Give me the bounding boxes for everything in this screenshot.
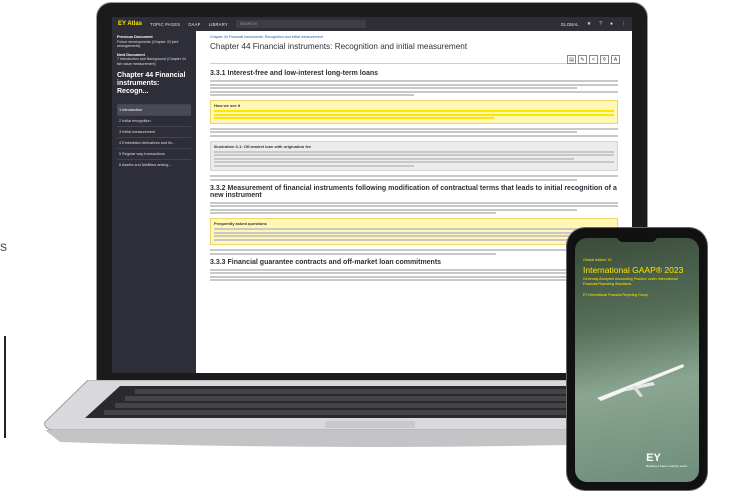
- text-line: [214, 154, 614, 156]
- text-line: [214, 157, 574, 160]
- toc-item-initial-measurement[interactable]: 3 Initial measurement: [117, 126, 191, 137]
- ey-logo: EY Building a better working world: [646, 452, 687, 468]
- faq-title: Frequently asked questions: [214, 221, 267, 226]
- document-toolbar: ▤ ✎ < ⚲ A: [567, 55, 620, 64]
- cover-edition: Global edition 19: [583, 258, 612, 262]
- text-line: [214, 164, 414, 167]
- faq-box: Frequently asked questions: [210, 218, 618, 245]
- ey-logo-text: EY: [646, 452, 661, 464]
- glider-image: [597, 364, 684, 401]
- illustration-box: Illustration 3-1: Off-market loan with o…: [210, 140, 618, 171]
- breadcrumb[interactable]: Chapter 44 Financial instruments: Recogn…: [210, 35, 618, 39]
- sidebar-heading: Chapter 44 Financial instruments: Recogn…: [117, 72, 186, 95]
- text-line: [210, 205, 618, 207]
- how-we-see-it-box: How we see it: [210, 100, 618, 124]
- text-line: [210, 87, 578, 89]
- cover-publisher: EY International Financial Reporting Gro…: [583, 293, 648, 297]
- text-line: [214, 231, 614, 234]
- next-document-link[interactable]: Next Document 7 Introduction and Backgro…: [117, 53, 191, 67]
- search-document-icon[interactable]: ⚲: [600, 55, 609, 64]
- text-line: [210, 94, 414, 96]
- nav-library[interactable]: LIBRARY: [209, 22, 228, 27]
- text-line: [210, 272, 618, 274]
- section-heading-3-3-3: 3.3.3 Financial guarantee contracts and …: [210, 258, 442, 266]
- section-heading-3-3-2: 3.3.2 Measurement of financial instrumen…: [210, 184, 617, 199]
- text-line: [210, 249, 618, 251]
- illustration-title: Illustration 3-1: Off-market loan with o…: [214, 143, 312, 149]
- ey-atlas-logo[interactable]: EY Atlas: [118, 21, 142, 27]
- more-icon[interactable]: ⋮: [621, 21, 626, 27]
- share-icon[interactable]: <: [589, 55, 598, 64]
- text-line: [214, 235, 574, 237]
- previous-document-title: Future developments (Chapter 43 joint ar…: [117, 39, 179, 49]
- font-size-icon[interactable]: A: [611, 55, 620, 64]
- text-line: [210, 134, 618, 137]
- page-title: Chapter 44 Financial instruments: Recogn…: [210, 42, 468, 51]
- nav-topic-pages[interactable]: TOPIC PAGES: [150, 22, 180, 27]
- text-line: [214, 110, 614, 112]
- user-icon[interactable]: ●: [610, 21, 613, 27]
- phone-notch: [617, 236, 657, 242]
- bookmark-icon[interactable]: ★: [587, 21, 591, 27]
- previous-document-link[interactable]: Previous Document Future developments (C…: [117, 35, 191, 49]
- text-line: [210, 212, 496, 214]
- nav-gaap[interactable]: GAAP: [188, 22, 200, 27]
- toc-item-introduction[interactable]: 1 Introduction: [117, 104, 191, 115]
- title-divider: [210, 63, 618, 64]
- phone-screen: Global edition 19 International GAAP® 20…: [575, 238, 699, 482]
- toc-item-assets-liabilities[interactable]: 6 Assets and liabilities arising...: [117, 159, 191, 170]
- text-line: [210, 131, 578, 133]
- toc-item-initial-recognition[interactable]: 2 Initial recognition: [117, 115, 191, 126]
- ey-tagline: Building a better working world: [646, 464, 687, 468]
- text-line: [210, 252, 496, 255]
- text-line: [210, 201, 618, 204]
- text-line: [214, 113, 614, 116]
- region-selector[interactable]: GLOBAL: [561, 22, 579, 27]
- help-icon[interactable]: ?: [599, 21, 602, 27]
- text-line: [214, 117, 494, 119]
- sidebar: Previous Document Future developments (C…: [112, 31, 196, 373]
- text-line: [210, 279, 618, 281]
- cover-title: International GAAP® 2023: [583, 265, 684, 275]
- text-line: [210, 275, 578, 278]
- how-we-see-it-title: How we see it: [214, 103, 241, 108]
- text-line: [210, 90, 618, 93]
- cover-subtitle: Generally Accepted Accounting Practice u…: [583, 277, 678, 286]
- app-top-bar: EY Atlas TOPIC PAGES GAAP LIBRARY SEARCH…: [112, 17, 632, 31]
- text-line: [210, 83, 618, 86]
- toc-item-regular-way[interactable]: 5 Regular way transactions: [117, 148, 191, 159]
- edge-divider: [4, 336, 6, 438]
- text-line: [210, 178, 578, 181]
- edge-fragment: s: [0, 238, 7, 254]
- pdf-icon[interactable]: ▤: [567, 55, 576, 64]
- edit-icon[interactable]: ✎: [578, 55, 587, 64]
- text-line: [214, 150, 614, 153]
- text-line: [210, 127, 618, 130]
- text-line: [214, 228, 614, 230]
- text-line: [210, 268, 618, 271]
- toc-item-embedded-derivatives[interactable]: 4 Embedded derivatives and fin...: [117, 137, 191, 148]
- search-input[interactable]: SEARCH: [235, 20, 366, 28]
- text-line: [214, 161, 614, 163]
- text-line: [210, 208, 578, 211]
- text-line: [210, 175, 618, 177]
- laptop-screen: EY Atlas TOPIC PAGES GAAP LIBRARY SEARCH…: [112, 17, 632, 373]
- section-heading-3-3-1: 3.3.1 Interest-free and low-interest lon…: [210, 70, 379, 77]
- next-document-title: 7 Introduction and Background (Chapter 4…: [117, 57, 186, 66]
- text-line: [210, 80, 618, 82]
- text-line: [214, 238, 614, 241]
